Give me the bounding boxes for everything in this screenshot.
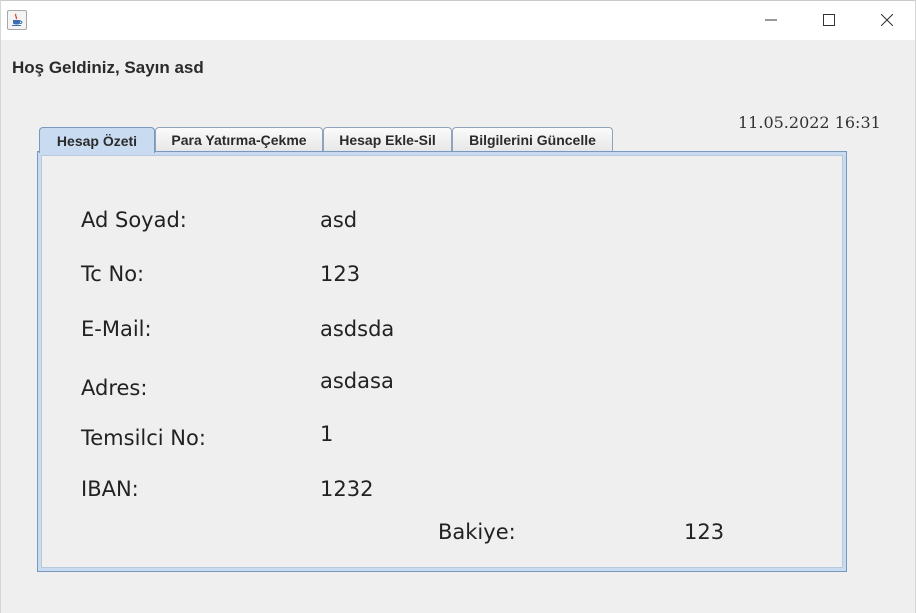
minimize-button[interactable] bbox=[748, 5, 794, 35]
representative-no-label: Temsilci No: bbox=[81, 426, 206, 450]
tc-no-value: 123 bbox=[320, 262, 361, 286]
address-label: Adres: bbox=[81, 376, 148, 400]
welcome-message: Hoş Geldiniz, Sayın asd bbox=[12, 58, 204, 77]
java-cup-icon[interactable] bbox=[7, 10, 27, 30]
maximize-icon bbox=[823, 14, 835, 26]
email-value: asdsda bbox=[320, 317, 395, 341]
minimize-icon bbox=[765, 19, 777, 21]
account-summary: Ad Soyad: asd Tc No: 123 E-Mail: asdsda … bbox=[41, 155, 843, 568]
balance-value: 123 bbox=[684, 520, 725, 544]
tab-bilgilerini-guncelle[interactable]: Bilgilerini Güncelle bbox=[452, 127, 613, 152]
datetime-label: 11.05.2022 16:31 bbox=[738, 113, 881, 132]
tab-hesap-ekle-sil[interactable]: Hesap Ekle-Sil bbox=[323, 127, 452, 152]
tab-para-yatirma-cekme[interactable]: Para Yatırma-Çekme bbox=[155, 127, 323, 152]
iban-value: 1232 bbox=[320, 477, 374, 501]
name-value: asd bbox=[320, 208, 358, 232]
title-bar[interactable] bbox=[1, 0, 915, 40]
representative-no-value: 1 bbox=[320, 422, 334, 446]
close-button[interactable] bbox=[864, 5, 910, 35]
name-label: Ad Soyad: bbox=[81, 208, 187, 232]
tab-hesap-ozeti[interactable]: Hesap Özeti bbox=[39, 127, 155, 153]
app-window: Hoş Geldiniz, Sayın asd 11.05.2022 16:31… bbox=[0, 0, 916, 613]
tc-no-label: Tc No: bbox=[81, 262, 145, 286]
address-value: asdasa bbox=[320, 369, 394, 393]
email-label: E-Mail: bbox=[81, 317, 152, 341]
iban-label: IBAN: bbox=[81, 477, 139, 501]
tab-panel: Ad Soyad: asd Tc No: 123 E-Mail: asdsda … bbox=[37, 151, 847, 572]
close-icon bbox=[881, 14, 893, 26]
maximize-button[interactable] bbox=[806, 5, 852, 35]
balance-label: Bakiye: bbox=[438, 520, 516, 544]
